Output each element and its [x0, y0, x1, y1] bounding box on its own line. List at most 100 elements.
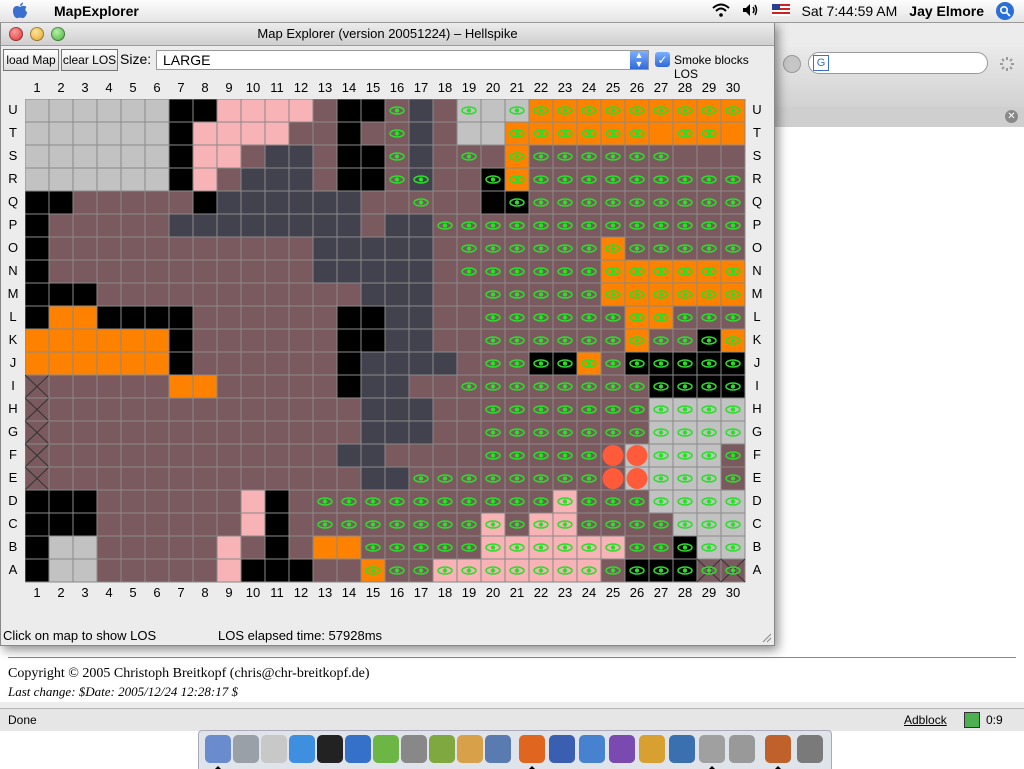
map-cell[interactable]	[216, 466, 242, 491]
map-cell[interactable]	[432, 397, 458, 422]
map-cell[interactable]	[216, 213, 242, 238]
map-cell[interactable]	[240, 305, 266, 330]
map-cell[interactable]	[384, 443, 410, 468]
map-cell[interactable]	[384, 236, 410, 261]
map-cell[interactable]	[360, 351, 386, 376]
map-cell[interactable]	[288, 351, 314, 376]
map-cell[interactable]	[288, 144, 314, 169]
map-cell[interactable]	[384, 466, 410, 491]
map-cell[interactable]	[336, 351, 362, 376]
app-menu-name[interactable]: MapExplorer	[54, 3, 139, 19]
map-cell[interactable]	[48, 144, 74, 169]
map-cell[interactable]	[72, 282, 98, 307]
map-cell[interactable]	[408, 213, 434, 238]
map-cell[interactable]	[312, 282, 338, 307]
map-cell[interactable]	[216, 236, 242, 261]
map-cell[interactable]	[72, 443, 98, 468]
map-cell[interactable]	[192, 489, 218, 514]
map-cell[interactable]	[264, 558, 290, 583]
map-cell[interactable]	[288, 535, 314, 560]
map-cell[interactable]	[48, 374, 74, 399]
flash-icon[interactable]	[345, 735, 371, 763]
map-cell[interactable]	[432, 351, 458, 376]
map-cell[interactable]	[144, 374, 170, 399]
resize-grip-icon[interactable]	[760, 631, 772, 643]
map-cell[interactable]	[192, 213, 218, 238]
map-cell[interactable]	[240, 558, 266, 583]
map-cell[interactable]	[312, 443, 338, 468]
map-cell[interactable]	[168, 351, 194, 376]
map-cell[interactable]	[216, 420, 242, 445]
map-cell[interactable]	[192, 328, 218, 353]
map-cell[interactable]	[216, 374, 242, 399]
map-cell[interactable]	[192, 259, 218, 284]
map-cell[interactable]	[144, 167, 170, 192]
adblock-link[interactable]: Adblock	[904, 713, 947, 727]
map-cell[interactable]	[120, 558, 146, 583]
back-arrow-icon[interactable]	[783, 55, 801, 73]
map-cell[interactable]	[144, 535, 170, 560]
map-cell[interactable]	[120, 305, 146, 330]
map-cell[interactable]	[48, 489, 74, 514]
map-cell[interactable]	[336, 558, 362, 583]
map-cell[interactable]	[432, 282, 458, 307]
map-cell[interactable]	[288, 259, 314, 284]
map-cell[interactable]	[216, 259, 242, 284]
map-cell[interactable]	[48, 99, 74, 123]
map-cell[interactable]	[720, 121, 746, 146]
map-cell[interactable]	[48, 328, 74, 353]
map-cell[interactable]	[48, 535, 74, 560]
map-cell[interactable]	[120, 351, 146, 376]
map-cell[interactable]	[144, 259, 170, 284]
map-cell[interactable]	[72, 535, 98, 560]
map-cell[interactable]	[384, 397, 410, 422]
size-select[interactable]: LARGE ▲ ▼	[156, 50, 649, 70]
map-cell[interactable]	[216, 121, 242, 146]
terminal-icon[interactable]	[317, 735, 343, 763]
map-cell[interactable]	[192, 420, 218, 445]
map-cell[interactable]	[312, 236, 338, 261]
load-map-button[interactable]: load Map	[3, 49, 59, 71]
trash-icon[interactable]	[797, 735, 823, 763]
map-cell[interactable]	[312, 190, 338, 215]
map-cell[interactable]	[240, 99, 266, 123]
map-cell[interactable]	[25, 236, 50, 261]
map-cell[interactable]	[264, 420, 290, 445]
map-cell[interactable]	[25, 282, 50, 307]
map-cell[interactable]	[456, 190, 482, 215]
map-cell[interactable]	[336, 305, 362, 330]
map-cell[interactable]	[360, 144, 386, 169]
map-cell[interactable]	[168, 489, 194, 514]
map-cell[interactable]	[216, 558, 242, 583]
map-cell[interactable]	[336, 213, 362, 238]
map-cell[interactable]	[384, 374, 410, 399]
map-cell[interactable]	[192, 144, 218, 169]
pencil-icon[interactable]	[429, 735, 455, 763]
map-cell[interactable]	[720, 144, 746, 169]
map-cell[interactable]	[432, 236, 458, 261]
unit-marker[interactable]	[602, 468, 624, 489]
map-cell[interactable]	[25, 259, 50, 284]
map-cell[interactable]	[360, 121, 386, 146]
map-cell[interactable]	[72, 213, 98, 238]
map-cell[interactable]	[48, 236, 74, 261]
map-cell[interactable]	[96, 305, 122, 330]
map-cell[interactable]	[25, 144, 50, 169]
map-cell[interactable]	[72, 397, 98, 422]
map-cell[interactable]	[25, 535, 50, 560]
map-cell[interactable]	[264, 512, 290, 537]
map-cell[interactable]	[120, 259, 146, 284]
map-cell[interactable]	[120, 282, 146, 307]
map-cell[interactable]	[144, 305, 170, 330]
map-cell[interactable]	[72, 512, 98, 537]
map-cell[interactable]	[72, 121, 98, 146]
map-cell[interactable]	[25, 328, 50, 353]
map-cell[interactable]	[312, 397, 338, 422]
map-cell[interactable]	[312, 167, 338, 192]
map-cell[interactable]	[216, 512, 242, 537]
map-cell[interactable]	[144, 99, 170, 123]
map-cell[interactable]	[360, 328, 386, 353]
map-cell[interactable]	[72, 190, 98, 215]
map-cell[interactable]	[432, 443, 458, 468]
map-cell[interactable]	[312, 466, 338, 491]
